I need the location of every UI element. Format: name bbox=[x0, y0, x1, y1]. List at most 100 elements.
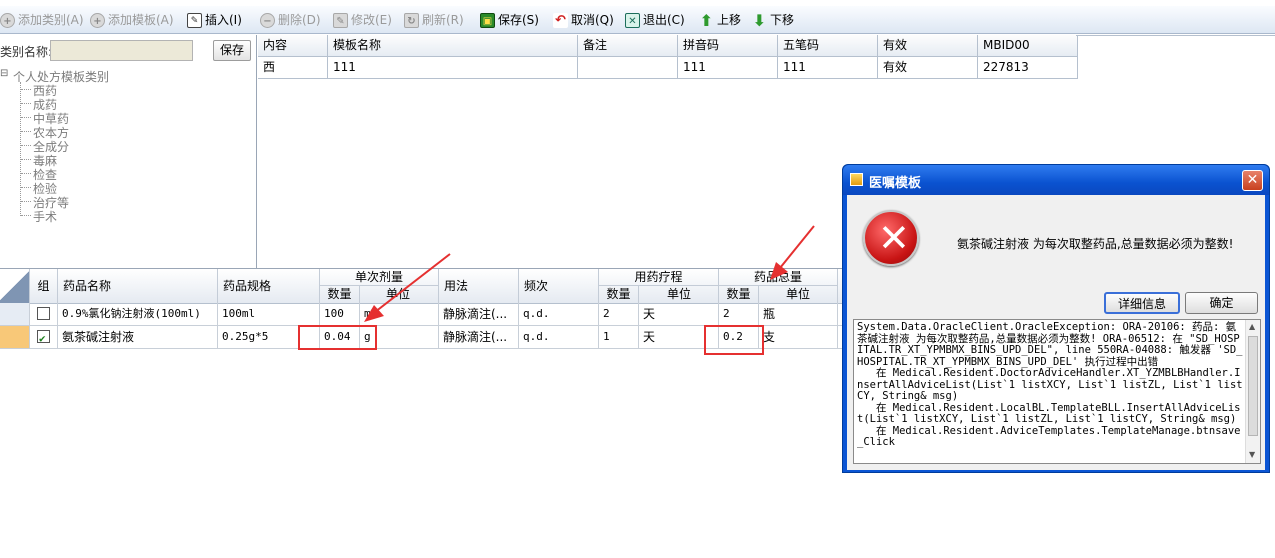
scroll-down-icon[interactable]: ▼ bbox=[1249, 450, 1255, 459]
dialog-message: 氨茶碱注射液 为每次取整药品,总量数据必须为整数! bbox=[957, 237, 1234, 251]
drug-name-cell[interactable]: 0.9%氯化钠注射液(100ml) bbox=[58, 303, 218, 325]
detail-button[interactable]: 详细信息 bbox=[1104, 292, 1180, 314]
column-header-spec[interactable]: 药品规格 bbox=[218, 269, 320, 303]
refresh-button[interactable]: ↻ 刷新(R) bbox=[404, 11, 464, 29]
edit-icon: ✎ bbox=[333, 12, 348, 28]
detail-textbox[interactable]: System.Data.OracleClient.OracleException… bbox=[853, 319, 1261, 464]
category-name-input[interactable] bbox=[50, 40, 193, 61]
total-unit-cell[interactable]: 支 bbox=[759, 326, 838, 348]
dialog-title: 医嘱模板 bbox=[869, 176, 922, 191]
tree-connector bbox=[21, 103, 31, 104]
tree-root[interactable]: 个人处方模板类别 bbox=[13, 68, 109, 85]
exit-button[interactable]: ✕ 退出(C) bbox=[625, 11, 685, 29]
dialog-titlebar[interactable]: 医嘱模板 ✕ bbox=[843, 165, 1269, 195]
collapse-icon[interactable]: ⊟ bbox=[0, 68, 8, 79]
tree-connector bbox=[21, 173, 31, 174]
table-cell[interactable]: 227813 bbox=[978, 57, 1078, 79]
column-header[interactable]: 内容 bbox=[258, 35, 328, 57]
add-category-button[interactable]: + 添加类别(A) bbox=[0, 11, 84, 29]
divider bbox=[1076, 35, 1275, 36]
add-template-button[interactable]: + 添加模板(A) bbox=[90, 11, 174, 29]
column-header[interactable]: 五笔码 bbox=[778, 35, 878, 57]
column-header[interactable]: 模板名称 bbox=[328, 35, 578, 57]
table-cell[interactable]: 111 bbox=[678, 57, 778, 79]
select-all-corner[interactable] bbox=[0, 269, 30, 303]
course-qty-cell[interactable]: 1 bbox=[599, 326, 639, 348]
scroll-up-icon[interactable]: ▲ bbox=[1249, 322, 1255, 331]
scroll-thumb[interactable] bbox=[1248, 336, 1258, 436]
column-header[interactable]: MBID00 bbox=[978, 35, 1078, 57]
column-header-freq[interactable]: 频次 bbox=[519, 269, 599, 303]
arrow-down-icon: ⬇ bbox=[752, 10, 767, 30]
category-name-label: 类别名称: bbox=[0, 45, 53, 59]
category-save-button[interactable]: 保存 bbox=[213, 40, 251, 61]
table-cell[interactable]: 111 bbox=[328, 57, 578, 79]
category-panel: 类别名称: 保存 ⊟ 个人处方模板类别 西药 成药 中草药 农本方 全成分 毒麻 检查 检验治… bbox=[0, 35, 257, 268]
annotation-arrows-right bbox=[770, 225, 815, 280]
floppy-disk-icon: ▣ bbox=[480, 12, 495, 28]
delete-button[interactable]: − 删除(D) bbox=[260, 11, 321, 29]
column-header[interactable]: 有效 bbox=[878, 35, 978, 57]
tree-connector bbox=[21, 159, 31, 160]
course-unit-cell[interactable]: 天 bbox=[639, 303, 719, 325]
tree-connector bbox=[21, 201, 31, 202]
drug-name-cell[interactable]: 氨茶碱注射液 bbox=[58, 326, 218, 348]
annotation-box-total bbox=[704, 325, 764, 355]
table-cell[interactable]: 111 bbox=[778, 57, 878, 79]
course-qty-cell[interactable]: 2 bbox=[599, 303, 639, 325]
detail-text: System.Data.OracleClient.OracleException… bbox=[857, 321, 1243, 448]
error-dialog: 医嘱模板 ✕ ✕ 氨茶碱注射液 为每次取整药品,总量数据必须为整数! 详细信息 … bbox=[842, 164, 1270, 473]
row-header[interactable] bbox=[0, 326, 30, 348]
column-header-course[interactable]: 用药疗程 bbox=[599, 269, 719, 286]
total-unit-cell[interactable]: 瓶 bbox=[759, 303, 838, 325]
tree-connector bbox=[21, 117, 31, 118]
tree-connector bbox=[21, 215, 31, 216]
close-icon[interactable]: ✕ bbox=[1242, 170, 1263, 191]
save-button[interactable]: ▣ 保存(S) bbox=[480, 11, 539, 29]
row-checkbox[interactable] bbox=[37, 328, 50, 348]
move-down-button[interactable]: ⬇ 下移 bbox=[752, 11, 794, 29]
table-cell[interactable]: 西 bbox=[258, 57, 328, 79]
modify-button[interactable]: ✎ 修改(E) bbox=[333, 11, 392, 29]
move-up-button[interactable]: ⬆ 上移 bbox=[699, 11, 741, 29]
pencil-icon: ✎ bbox=[187, 12, 202, 28]
app-icon bbox=[850, 173, 863, 186]
freq-cell[interactable]: q.d. bbox=[519, 326, 599, 348]
cancel-button[interactable]: ↶ 取消(Q) bbox=[553, 11, 614, 29]
refresh-icon: ↻ bbox=[404, 12, 419, 28]
column-header-course-unit[interactable]: 单位 bbox=[639, 286, 719, 303]
tree-node[interactable]: 手术 bbox=[33, 208, 57, 225]
column-header-drug-name[interactable]: 药品名称 bbox=[58, 269, 218, 303]
freq-cell[interactable]: q.d. bbox=[519, 303, 599, 325]
insert-button[interactable]: ✎ 插入(I) bbox=[187, 11, 242, 29]
column-header-group[interactable]: 组 bbox=[30, 269, 58, 303]
row-checkbox[interactable] bbox=[37, 307, 50, 320]
plus-circle-icon: + bbox=[0, 12, 15, 28]
toolbar: + 添加类别(A) + 添加模板(A) ✎ 插入(I) − 删除(D) ✎ 修改… bbox=[0, 6, 1275, 34]
group-cell[interactable] bbox=[30, 303, 58, 325]
column-header-course-qty[interactable]: 数量 bbox=[599, 286, 639, 303]
minus-circle-icon: − bbox=[260, 12, 275, 28]
tree-connector bbox=[21, 187, 31, 188]
column-header[interactable]: 备注 bbox=[578, 35, 678, 57]
column-header[interactable]: 拼音码 bbox=[678, 35, 778, 57]
dialog-body: ✕ 氨茶碱注射液 为每次取整药品,总量数据必须为整数! 详细信息 确定 Syst… bbox=[847, 195, 1265, 470]
exit-icon: ✕ bbox=[625, 12, 640, 28]
annotation-arrows-left bbox=[364, 253, 451, 322]
ok-button[interactable]: 确定 bbox=[1185, 292, 1258, 314]
tree-connector bbox=[21, 131, 31, 132]
total-qty-cell[interactable]: 2 bbox=[719, 303, 759, 325]
scrollbar[interactable]: ▲ ▼ bbox=[1245, 320, 1260, 463]
group-cell[interactable] bbox=[30, 326, 58, 348]
row-header[interactable] bbox=[0, 303, 30, 325]
undo-arrow-icon: ↶ bbox=[553, 12, 568, 28]
spec-cell[interactable]: 100ml bbox=[218, 303, 320, 325]
tree-connector bbox=[21, 89, 31, 90]
app-window: + 添加类别(A) + 添加模板(A) ✎ 插入(I) − 删除(D) ✎ 修改… bbox=[0, 0, 1275, 558]
tree-connector bbox=[21, 145, 31, 146]
table-cell[interactable]: 有效 bbox=[878, 57, 978, 79]
plus-circle-icon: + bbox=[90, 12, 105, 28]
table-cell[interactable] bbox=[578, 57, 678, 79]
arrow-up-icon: ⬆ bbox=[699, 10, 714, 30]
error-icon: ✕ bbox=[863, 210, 919, 266]
